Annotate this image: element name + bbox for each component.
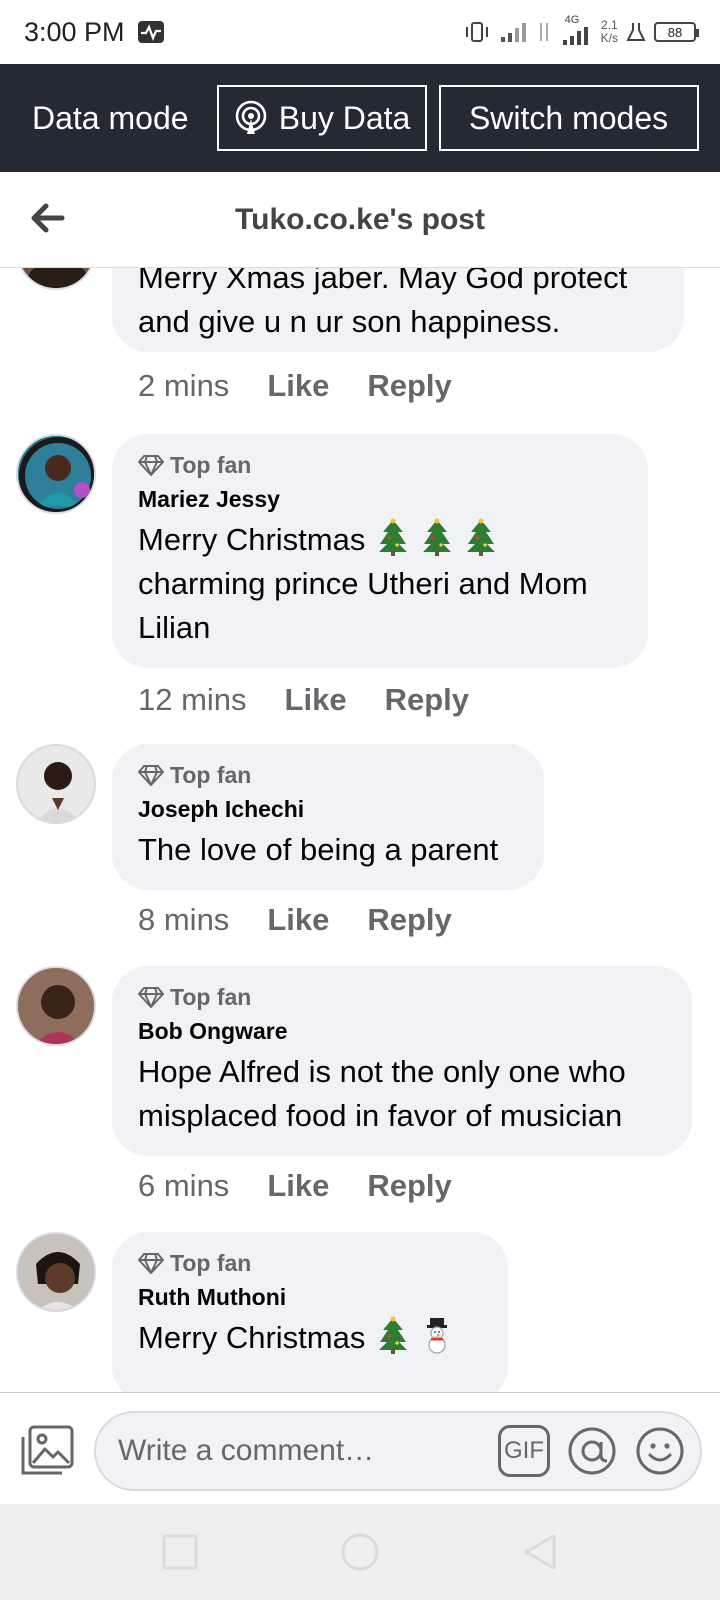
data-arrows-icon	[539, 23, 548, 41]
status-indicators: 4G 2.1 K/s 88	[463, 14, 699, 46]
buy-data-button[interactable]: Buy Data	[216, 85, 427, 151]
back-arrow-icon[interactable]	[28, 198, 68, 238]
christmas-tree-icon	[423, 518, 452, 556]
comment-bubble[interactable]: Top fan Bob Ongware Hope Alfred is not t…	[112, 966, 692, 1156]
comment-author[interactable]: Mariez Jessy	[138, 486, 622, 514]
flask-icon	[626, 23, 646, 41]
speed-unit: K/s	[600, 31, 618, 45]
comment-text-line: Merry Christmas	[138, 522, 366, 557]
like-button[interactable]: Like	[267, 902, 329, 938]
avatar[interactable]	[16, 268, 96, 290]
comment-text: Hope Alfred is not the only one who misp…	[138, 1054, 626, 1133]
top-fan-label: Top fan	[170, 761, 252, 788]
snowman-icon	[427, 1318, 448, 1354]
network-type: 4G	[564, 14, 580, 26]
comment-meta: 12 mins Like Reply	[138, 682, 507, 718]
comment-text-line: Merry Christmas	[138, 1320, 366, 1355]
battery-icon: 88	[654, 22, 699, 42]
switch-modes-button[interactable]: Switch modes	[438, 85, 699, 151]
data-mode-label: Data mode	[32, 99, 189, 136]
comment-compose-bar: GIF	[0, 1392, 720, 1504]
recent-apps-icon[interactable]	[160, 1532, 200, 1572]
comment-text: Merry Christmas charming prince Utheri a…	[138, 518, 622, 650]
system-nav-bar	[0, 1504, 720, 1600]
top-fan-badge: Top fan	[138, 450, 622, 480]
switch-modes-label: Switch modes	[468, 99, 669, 136]
page-title: Tuko.co.ke's post	[235, 202, 485, 236]
photo-icon[interactable]	[20, 1425, 74, 1477]
comment-text: Merry Christmas	[138, 1316, 482, 1360]
network-speed: 2.1 K/s	[601, 19, 618, 45]
comment-input-container[interactable]: GIF	[94, 1411, 702, 1491]
comment-bubble[interactable]: Merry Xmas jaber. May God protect and gi…	[112, 268, 684, 352]
comment-author[interactable]: Joseph Ichechi	[138, 796, 518, 824]
comment-author[interactable]: Bob Ongware	[138, 1018, 666, 1046]
top-fan-label: Top fan	[170, 983, 252, 1010]
comment-text: The love of being a parent	[138, 832, 499, 867]
avatar[interactable]	[16, 434, 96, 514]
diamond-icon	[138, 1253, 164, 1274]
diamond-icon	[138, 455, 164, 476]
christmas-tree-icon	[467, 518, 496, 556]
comment-time: 6 mins	[138, 1168, 230, 1203]
comment-meta: 6 mins Like Reply	[138, 1168, 490, 1204]
like-button[interactable]: Like	[267, 368, 329, 404]
reply-button[interactable]: Reply	[367, 902, 451, 938]
comment-meta: 8 mins Like Reply	[138, 902, 490, 938]
like-button[interactable]: Like	[267, 1168, 329, 1204]
comment-time: 8 mins	[138, 902, 230, 937]
diamond-icon	[138, 987, 164, 1008]
network-4g-signal: 4G	[559, 14, 593, 46]
signal-icon	[500, 23, 526, 42]
reply-button[interactable]: Reply	[385, 682, 469, 718]
top-fan-badge: Top fan	[138, 760, 518, 790]
top-fan-label: Top fan	[170, 451, 252, 478]
compose-actions: GIF	[498, 1425, 686, 1477]
emoji-icon[interactable]	[634, 1425, 686, 1477]
comment-author[interactable]: Ruth Muthoni	[138, 1284, 482, 1312]
top-fan-badge: Top fan	[138, 1248, 482, 1278]
top-fan-label: Top fan	[170, 1249, 252, 1276]
comment-time: 12 mins	[138, 682, 247, 717]
data-mode-bar: Data mode Buy Data Switch modes	[0, 64, 720, 172]
back-nav-icon[interactable]	[520, 1532, 560, 1572]
comments-list: Merry Xmas jaber. May God protect and gi…	[0, 268, 720, 1392]
comment-text-continued: charming prince Utheri and Mom Lilian	[138, 566, 588, 645]
buy-data-label: Buy Data	[278, 99, 411, 136]
comment-time: 2 mins	[138, 368, 230, 403]
reply-button[interactable]: Reply	[367, 368, 451, 404]
christmas-tree-icon	[379, 1316, 408, 1354]
mention-icon[interactable]	[566, 1425, 618, 1477]
comment-bubble[interactable]: Top fan Ruth Muthoni Merry Christmas	[112, 1232, 508, 1392]
broadcast-icon	[235, 100, 267, 134]
avatar[interactable]	[16, 744, 96, 824]
diamond-icon	[138, 765, 164, 786]
comment-input[interactable]	[118, 1434, 478, 1468]
reply-button[interactable]: Reply	[367, 1168, 451, 1204]
vibrate-icon	[465, 22, 488, 42]
christmas-tree-icon	[379, 518, 408, 556]
avatar[interactable]	[16, 966, 96, 1046]
status-time: 3:00 PM	[24, 16, 125, 47]
comment-meta: 2 mins Like Reply	[138, 368, 490, 404]
top-fan-badge: Top fan	[138, 982, 666, 1012]
gif-button[interactable]: GIF	[498, 1425, 550, 1477]
comment-bubble[interactable]: Top fan Joseph Ichechi The love of being…	[112, 744, 544, 890]
like-button[interactable]: Like	[285, 682, 347, 718]
comment-text: Merry Xmas jaber. May God protect and gi…	[138, 268, 628, 339]
post-header: Tuko.co.ke's post	[0, 172, 720, 268]
activity-icon	[137, 21, 164, 43]
comment-bubble[interactable]: Top fan Mariez Jessy Merry Christmas cha…	[112, 434, 648, 668]
avatar[interactable]	[16, 1232, 96, 1312]
status-bar: 3:00 PM 4G 2.1 K/s 88	[0, 0, 720, 64]
home-icon[interactable]	[340, 1532, 380, 1572]
app-screen: 3:00 PM 4G 2.1 K/s 88 Data mode Buy Data…	[0, 0, 720, 1600]
